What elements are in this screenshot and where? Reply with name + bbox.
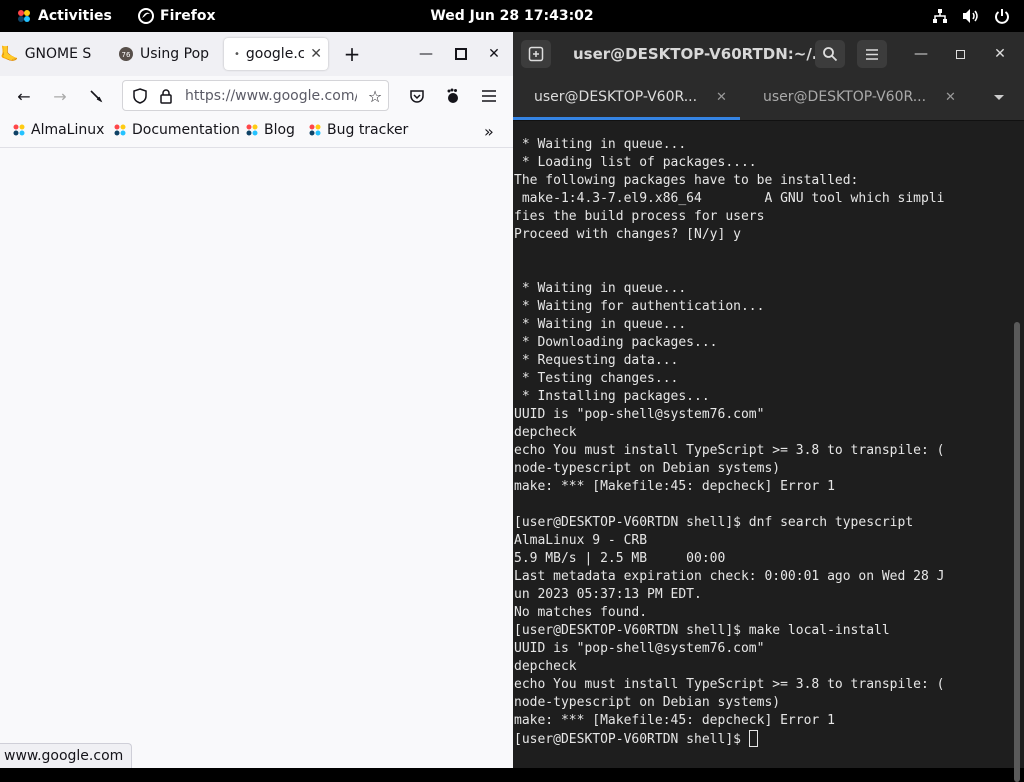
- almalinux-bookmark-icon: [246, 124, 258, 136]
- maximize-icon: [955, 49, 965, 59]
- maximize-button[interactable]: [945, 40, 975, 68]
- pocket-icon: [410, 90, 424, 103]
- url-bar[interactable]: https://www.google.com/: [122, 80, 389, 111]
- volume-icon[interactable]: [962, 8, 980, 24]
- bookmark-label: Documentation: [132, 122, 240, 138]
- activities-button[interactable]: Activities: [16, 0, 112, 32]
- almalinux-bookmark-icon: [114, 124, 126, 136]
- new-tab-icon: [528, 46, 544, 62]
- firefox-nav-bar: ← → https://www.google.com/ ☆: [0, 76, 513, 116]
- close-tab-icon[interactable]: ✕: [310, 46, 322, 62]
- app-name: Firefox: [160, 8, 216, 24]
- lock-icon: [160, 89, 172, 104]
- new-tab-button[interactable]: [521, 40, 551, 68]
- close-window-button[interactable]: ✕: [484, 44, 504, 64]
- system-tray[interactable]: [932, 0, 1010, 32]
- gnome-top-bar: Activities Firefox Wed Jun 28 17:43:02: [0, 0, 1024, 32]
- back-button[interactable]: ←: [12, 84, 36, 108]
- terminal-tab-2[interactable]: user@DESKTOP-V60R... ✕: [742, 76, 972, 120]
- terminal-tab-label: user@DESKTOP-V60R...: [763, 89, 927, 105]
- tab-label: GNOME S: [24, 46, 92, 62]
- close-tab-icon[interactable]: ✕: [716, 90, 727, 105]
- hamburger-menu-icon: [482, 90, 496, 102]
- bookmark-label: Blog: [264, 122, 295, 138]
- almalinux-logo-icon: [18, 10, 30, 22]
- close-tab-icon[interactable]: ✕: [945, 90, 956, 105]
- terminal-tab-bar: user@DESKTOP-V60R... ✕ user@DESKTOP-V60R…: [513, 76, 1024, 121]
- terminal-tab-label: user@DESKTOP-V60R...: [534, 89, 698, 105]
- minimize-button[interactable]: —: [416, 44, 436, 64]
- terminal-cursor: [748, 730, 758, 747]
- bookmark-label: AlmaLinux: [31, 122, 105, 138]
- system76-icon: 76: [119, 47, 133, 61]
- bookmark-star-button[interactable]: ☆: [363, 84, 387, 108]
- terminal-title: user@DESKTOP-V60RTDN:~/...: [573, 45, 829, 63]
- bookmark-documentation[interactable]: Documentation: [113, 122, 240, 138]
- tab-label: google.c: [245, 46, 304, 62]
- svg-text:76: 76: [122, 51, 131, 59]
- firefox-tab-bar: 🦶 GNOME S 76 Using Pop • google.c ✕ + — …: [0, 32, 513, 76]
- bookmarks-toolbar: AlmaLinux Documentation Blog Bug tracker…: [0, 116, 513, 148]
- terminal-menu-button[interactable]: [857, 40, 887, 68]
- terminal-prompt: [user@DESKTOP-V60RTDN shell]$: [514, 732, 749, 747]
- new-tab-button[interactable]: +: [342, 42, 362, 66]
- power-icon[interactable]: [994, 8, 1010, 24]
- almalinux-bookmark-icon: [13, 124, 25, 136]
- pocket-button[interactable]: [405, 84, 429, 108]
- gnome-extension-icon: [447, 88, 458, 103]
- hamburger-menu-icon: [866, 48, 878, 60]
- menu-button[interactable]: [477, 84, 501, 108]
- terminal-scrollbar[interactable]: [1014, 322, 1020, 782]
- forward-button[interactable]: →: [48, 84, 72, 108]
- terminal-window: user@DESKTOP-V60RTDN:~/... — ✕ user@DESK…: [513, 32, 1024, 782]
- tab-google[interactable]: • google.c ✕: [224, 38, 328, 70]
- terminal-output-text: * Waiting in queue... * Loading list of …: [514, 137, 945, 728]
- close-window-button[interactable]: ✕: [985, 40, 1015, 68]
- gnome-foot-icon: 🦶: [0, 45, 19, 63]
- tab-gnome-shell[interactable]: 🦶 GNOME S: [0, 38, 108, 70]
- more-bookmarks-chevron-icon[interactable]: »: [484, 122, 494, 141]
- loading-dot-icon: •: [234, 48, 240, 60]
- search-icon: [823, 47, 838, 62]
- bookmark-blog[interactable]: Blog: [245, 122, 295, 138]
- firefox-icon: [138, 8, 154, 24]
- active-tab-indicator: [513, 117, 740, 120]
- status-bar-url: www.google.com: [0, 743, 133, 768]
- network-icon[interactable]: [932, 8, 948, 24]
- app-menu-button[interactable]: Firefox: [138, 0, 216, 32]
- page-content[interactable]: [0, 148, 513, 768]
- terminal-header-bar: user@DESKTOP-V60RTDN:~/... — ✕: [513, 32, 1024, 76]
- minimize-button[interactable]: —: [906, 40, 936, 68]
- terminal-tab-1[interactable]: user@DESKTOP-V60R... ✕: [513, 76, 740, 120]
- activities-label: Activities: [38, 8, 112, 24]
- tab-label: Using Pop: [140, 46, 210, 62]
- almalinux-bookmark-icon: [309, 124, 321, 136]
- extension-button[interactable]: [441, 84, 465, 108]
- chevron-down-icon: [994, 95, 1004, 100]
- maximize-button[interactable]: [451, 44, 471, 64]
- bookmark-almalinux[interactable]: AlmaLinux: [12, 122, 104, 138]
- terminal-output[interactable]: * Waiting in queue... * Loading list of …: [514, 136, 1011, 749]
- tab-overflow-button[interactable]: [993, 76, 1015, 120]
- maximize-icon: [455, 48, 467, 60]
- shield-icon: [133, 88, 147, 104]
- stop-icon: [90, 90, 103, 103]
- bookmark-label: Bug tracker: [327, 122, 409, 138]
- tab-using-pop[interactable]: 76 Using Pop: [118, 38, 214, 70]
- search-button[interactable]: [815, 40, 845, 68]
- firefox-window: 🦶 GNOME S 76 Using Pop • google.c ✕ + — …: [0, 32, 513, 768]
- bookmark-bug-tracker[interactable]: Bug tracker: [308, 122, 408, 138]
- stop-loading-button[interactable]: [84, 84, 108, 108]
- url-text[interactable]: https://www.google.com/: [185, 88, 357, 104]
